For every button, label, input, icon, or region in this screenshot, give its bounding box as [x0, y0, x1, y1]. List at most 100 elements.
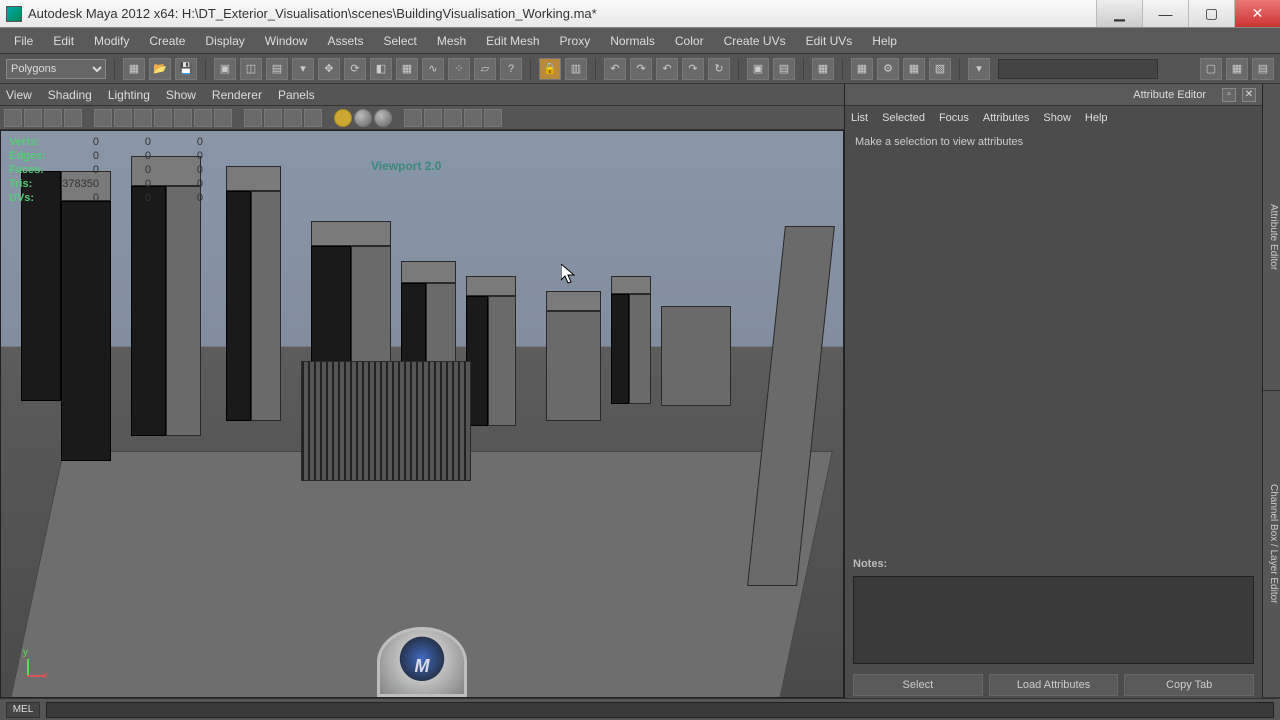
isolate-select-icon[interactable] — [404, 109, 422, 127]
menu-create[interactable]: Create — [139, 30, 195, 52]
viewport-menu-renderer[interactable]: Renderer — [212, 88, 262, 102]
move-tool-icon[interactable]: ✥ — [318, 58, 340, 80]
layout-custom-icon[interactable]: ▤ — [1252, 58, 1274, 80]
textured-icon[interactable] — [284, 109, 302, 127]
paint-select-icon[interactable]: ▤ — [266, 58, 288, 80]
repeat-icon[interactable]: ↻ — [708, 58, 730, 80]
attr-menu-list[interactable]: List — [851, 112, 868, 124]
image-plane-icon[interactable] — [64, 109, 82, 127]
menu-file[interactable]: File — [4, 30, 43, 52]
lock-icon[interactable]: 🔒 — [539, 58, 561, 80]
attr-menu-help[interactable]: Help — [1085, 112, 1108, 124]
redo-icon[interactable]: ↷ — [630, 58, 652, 80]
minimize-button[interactable]: — — [1142, 0, 1188, 27]
select-camera-icon[interactable] — [4, 109, 22, 127]
menu-window[interactable]: Window — [255, 30, 318, 52]
viewport-menu-show[interactable]: Show — [166, 88, 196, 102]
safe-title-icon[interactable] — [214, 109, 232, 127]
menu-color[interactable]: Color — [665, 30, 714, 52]
new-scene-icon[interactable]: ▦ — [123, 58, 145, 80]
ipr-button-icon[interactable]: ▣ — [747, 58, 769, 80]
use-lights-icon[interactable] — [304, 109, 322, 127]
redo-queue-icon[interactable]: ↷ — [682, 58, 704, 80]
save-scene-icon[interactable]: 💾 — [175, 58, 197, 80]
rotate-tool-icon[interactable]: ⟳ — [344, 58, 366, 80]
close-button[interactable]: ✕ — [1234, 0, 1280, 27]
attr-menu-show[interactable]: Show — [1043, 112, 1071, 124]
minimize-tray-button[interactable]: ▁ — [1096, 0, 1142, 27]
playblast-icon[interactable]: ▦ — [851, 58, 873, 80]
field-chart-icon[interactable] — [174, 109, 192, 127]
grid-toggle-icon[interactable] — [94, 109, 112, 127]
undo-queue-icon[interactable]: ↶ — [656, 58, 678, 80]
hypershade-icon[interactable]: ▦ — [903, 58, 925, 80]
film-gate-icon[interactable] — [114, 109, 132, 127]
render-settings-icon[interactable]: ⚙ — [877, 58, 899, 80]
copy-tab-button[interactable]: Copy Tab — [1124, 674, 1254, 696]
lock-camera-icon[interactable] — [24, 109, 42, 127]
gate-mask-icon[interactable] — [154, 109, 172, 127]
attr-menu-selected[interactable]: Selected — [882, 112, 925, 124]
render-view-icon[interactable]: ▤ — [773, 58, 795, 80]
scale-tool-icon[interactable]: ◧ — [370, 58, 392, 80]
viewport-menu-lighting[interactable]: Lighting — [108, 88, 150, 102]
command-input[interactable] — [46, 702, 1274, 718]
help-tool-icon[interactable]: ? — [500, 58, 522, 80]
light-linking-icon[interactable]: ▧ — [929, 58, 951, 80]
menu-edit[interactable]: Edit — [43, 30, 84, 52]
menu-help[interactable]: Help — [862, 30, 907, 52]
snap-point-icon[interactable]: ⁘ — [448, 58, 470, 80]
menu-select[interactable]: Select — [373, 30, 426, 52]
resolution-gate-icon[interactable] — [134, 109, 152, 127]
render-dropdown-icon[interactable]: ▾ — [968, 58, 990, 80]
render-icon[interactable]: ▦ — [812, 58, 834, 80]
bookmarks-icon[interactable] — [44, 109, 62, 127]
tab-attribute-editor[interactable]: Attribute Editor — [1263, 84, 1280, 391]
screen-ao-icon[interactable] — [464, 109, 482, 127]
open-scene-icon[interactable]: 📂 — [149, 58, 171, 80]
menu-display[interactable]: Display — [195, 30, 254, 52]
menu-mesh[interactable]: Mesh — [427, 30, 476, 52]
menu-edit-mesh[interactable]: Edit Mesh — [476, 30, 549, 52]
maximize-button[interactable]: ▢ — [1188, 0, 1234, 27]
snap-plane-icon[interactable]: ▱ — [474, 58, 496, 80]
smooth-shade-icon[interactable] — [264, 109, 282, 127]
menu-set-dropdown[interactable]: Polygons — [6, 59, 106, 79]
quick-select-field[interactable] — [998, 59, 1158, 79]
script-language-toggle[interactable]: MEL — [6, 702, 40, 718]
viewport-menu-view[interactable]: View — [6, 88, 32, 102]
menu-normals[interactable]: Normals — [600, 30, 665, 52]
select-options-icon[interactable]: ▾ — [292, 58, 314, 80]
menu-proxy[interactable]: Proxy — [550, 30, 601, 52]
perspective-viewport[interactable]: Verts:000 Edges:000 Faces:000 Tris:37835… — [0, 130, 844, 698]
default-light-icon[interactable] — [334, 109, 352, 127]
snap-grid-icon[interactable]: ▦ — [396, 58, 418, 80]
layout-four-icon[interactable]: ▦ — [1226, 58, 1248, 80]
motion-blur-icon[interactable] — [484, 109, 502, 127]
select-tool-icon[interactable]: ▣ — [214, 58, 236, 80]
panel-restore-icon[interactable]: ▫ — [1222, 88, 1236, 102]
layout-single-icon[interactable]: ▢ — [1200, 58, 1222, 80]
shadows-icon[interactable] — [374, 109, 392, 127]
notes-textarea[interactable] — [853, 576, 1254, 664]
history-toggle-icon[interactable]: ▥ — [565, 58, 587, 80]
snap-curve-icon[interactable]: ∿ — [422, 58, 444, 80]
undo-icon[interactable]: ↶ — [604, 58, 626, 80]
load-attributes-button[interactable]: Load Attributes — [989, 674, 1119, 696]
menu-modify[interactable]: Modify — [84, 30, 139, 52]
select-button[interactable]: Select — [853, 674, 983, 696]
lasso-tool-icon[interactable]: ◫ — [240, 58, 262, 80]
panel-close-icon[interactable]: ✕ — [1242, 88, 1256, 102]
menu-create-uvs[interactable]: Create UVs — [714, 30, 796, 52]
viewport-menu-shading[interactable]: Shading — [48, 88, 92, 102]
wireframe-icon[interactable] — [244, 109, 262, 127]
xray-icon[interactable] — [424, 109, 442, 127]
safe-action-icon[interactable] — [194, 109, 212, 127]
xray-joints-icon[interactable] — [444, 109, 462, 127]
attr-menu-attributes[interactable]: Attributes — [983, 112, 1029, 124]
viewport-menu-panels[interactable]: Panels — [278, 88, 315, 102]
menu-assets[interactable]: Assets — [317, 30, 373, 52]
all-lights-icon[interactable] — [354, 109, 372, 127]
attr-menu-focus[interactable]: Focus — [939, 112, 969, 124]
tab-channel-box[interactable]: Channel Box / Layer Editor — [1263, 391, 1280, 698]
